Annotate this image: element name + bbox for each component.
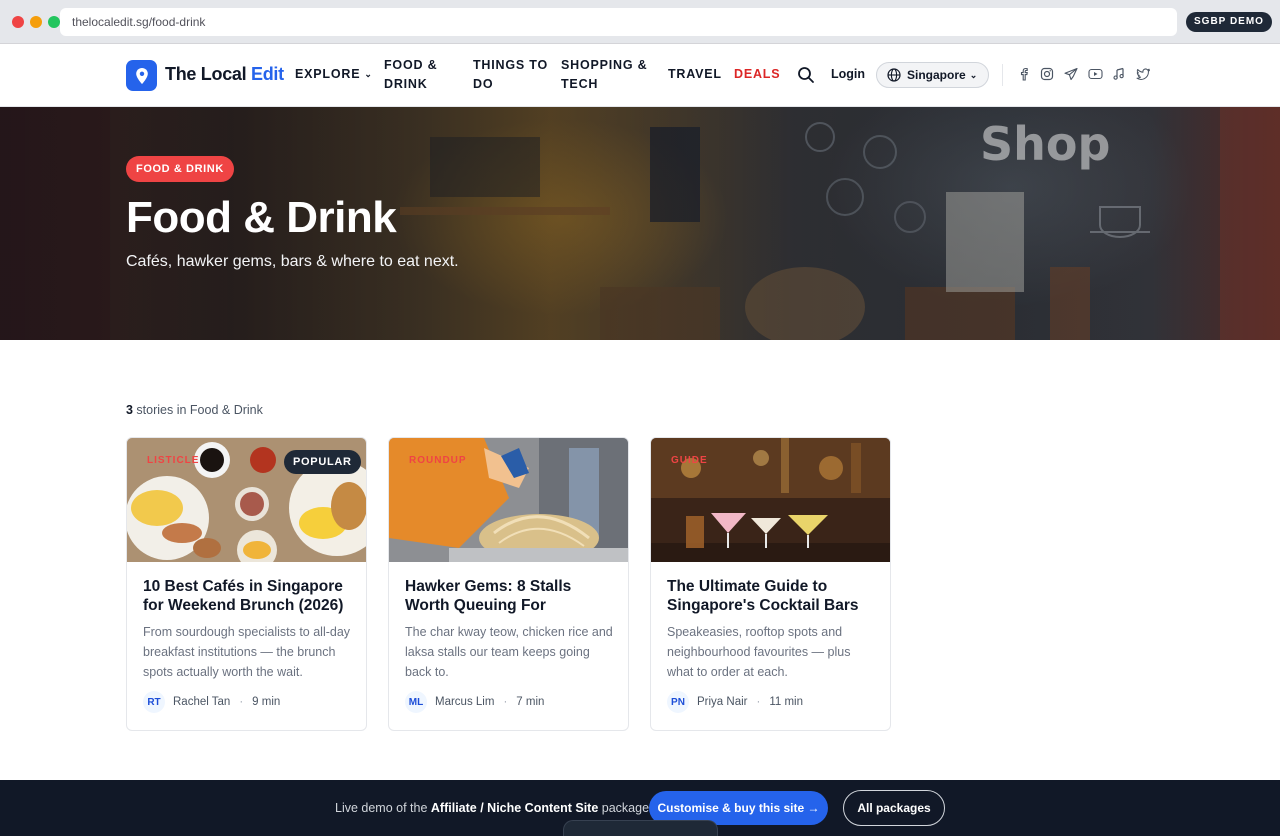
nav-shopping-label-1: SHOPPING & <box>561 58 648 72</box>
author-name: Priya Nair <box>697 696 748 708</box>
story-count: 3 stories in Food & Drink <box>126 403 263 417</box>
card-title[interactable]: 10 Best Cafés in Singapore for Weekend B… <box>143 577 355 615</box>
card-meta: PN Priya Nair · 11 min <box>667 691 803 713</box>
nav-things-label-2: DO <box>473 77 494 91</box>
header-divider <box>1002 64 1003 86</box>
facebook-icon[interactable] <box>1017 67 1032 82</box>
site-logo[interactable]: The Local Edit <box>165 64 284 85</box>
author-avatar: RT <box>143 691 165 713</box>
author-avatar: PN <box>667 691 689 713</box>
nav-things-label-1: THINGS TO <box>473 58 549 72</box>
globe-icon <box>887 68 901 82</box>
demo-badge: SGBP DEMO <box>1186 12 1272 32</box>
demo-text-suffix: package. <box>598 801 653 815</box>
nav-food-drink[interactable]: FOOD & DRINK <box>384 56 437 94</box>
minimize-window-button[interactable] <box>30 16 42 28</box>
card-description: Speakeasies, rooftop spots and neighbour… <box>667 625 851 679</box>
story-count-label: stories in Food & Drink <box>132 403 263 417</box>
nav-travel[interactable]: TRAVEL <box>668 65 722 84</box>
author-avatar: ML <box>405 691 427 713</box>
card-description: From sourdough specialists to all-day br… <box>143 625 351 679</box>
chevron-down-icon: ⌄ <box>969 69 978 80</box>
nav-explore[interactable]: EXPLORE ⌄ <box>295 65 373 84</box>
all-packages-button[interactable]: All packages <box>843 790 945 826</box>
telegram-icon[interactable] <box>1064 67 1079 82</box>
hero-shop-sign: Shop <box>980 117 1111 171</box>
author-name: Marcus Lim <box>435 696 495 708</box>
logo-text-main: The Local <box>165 64 252 84</box>
category-badge: FOOD & DRINK <box>126 156 234 182</box>
meta-separator: · <box>756 696 761 708</box>
demo-text-prefix: Live demo of the <box>335 801 431 815</box>
nav-food-label-2: DRINK <box>384 77 428 91</box>
card-title[interactable]: The Ultimate Guide to Singapore's Cockta… <box>667 577 879 615</box>
story-count-number: 3 <box>126 403 133 417</box>
card-category: GUIDE <box>671 455 708 466</box>
address-bar[interactable]: thelocaledit.sg/food-drink <box>60 8 1177 36</box>
meta-separator: · <box>503 696 508 708</box>
site-header: The Local Edit EXPLORE ⌄ FOOD & DRINK THI… <box>0 44 1280 107</box>
twitter-icon[interactable] <box>1136 67 1151 82</box>
nav-shopping-tech[interactable]: SHOPPING & TECH <box>561 56 648 94</box>
logo-text-accent: Edit <box>251 64 284 84</box>
chevron-down-icon: ⌄ <box>364 69 373 79</box>
nav-food-label-1: FOOD & <box>384 58 438 72</box>
tiktok-icon[interactable] <box>1112 67 1127 82</box>
region-label: Singapore <box>907 68 966 82</box>
card-description: The char kway teow, chicken rice and lak… <box>405 625 613 679</box>
read-time: 11 min <box>769 696 803 708</box>
maximize-window-button[interactable] <box>48 16 60 28</box>
read-time: 9 min <box>252 696 281 708</box>
card-category: ROUNDUP <box>409 455 467 466</box>
login-link[interactable]: Login <box>831 67 865 81</box>
article-card[interactable]: ROUNDUP Hawker Gems: 8 Stalls Worth Queu… <box>388 437 629 731</box>
browser-chrome: thelocaledit.sg/food-drink SGBP DEMO <box>0 0 1280 44</box>
nav-shopping-label-2: TECH <box>561 77 599 91</box>
page-title: Food & Drink <box>126 193 397 242</box>
nav-things-to-do[interactable]: THINGS TO DO <box>473 56 548 94</box>
card-category: LISTICLE <box>147 455 200 466</box>
map-pin-icon[interactable] <box>126 60 157 91</box>
article-card[interactable]: GUIDE The Ultimate Guide to Singapore's … <box>650 437 891 731</box>
close-window-button[interactable] <box>12 16 24 28</box>
author-name: Rachel Tan <box>173 696 231 708</box>
page-subtitle: Cafés, hawker gems, bars & where to eat … <box>126 253 459 270</box>
card-meta: RT Rachel Tan · 9 min <box>143 691 280 713</box>
floating-toolbar[interactable] <box>563 820 718 836</box>
demo-package-name: Affiliate / Niche Content Site <box>430 801 599 815</box>
card-title[interactable]: Hawker Gems: 8 Stalls Worth Queuing For <box>405 577 617 615</box>
read-time: 7 min <box>516 696 545 708</box>
nav-deals[interactable]: DEALS <box>734 65 780 84</box>
nav-explore-label: EXPLORE <box>295 67 361 81</box>
youtube-icon[interactable] <box>1088 67 1103 82</box>
article-card[interactable]: LISTICLE POPULAR 10 Best Cafés in Singap… <box>126 437 367 731</box>
window-controls <box>12 16 60 28</box>
meta-separator: · <box>239 696 244 708</box>
demo-bar-text: Live demo of the Affiliate / Niche Conte… <box>335 801 653 815</box>
hero-banner: Shop FOOD & DRINK Food & Drink Cafés, ha… <box>0 107 1280 340</box>
instagram-icon[interactable] <box>1040 67 1055 82</box>
search-icon[interactable] <box>797 66 817 86</box>
popular-badge: POPULAR <box>284 450 361 474</box>
region-selector[interactable]: Singapore ⌄ <box>876 62 989 88</box>
card-meta: ML Marcus Lim · 7 min <box>405 691 544 713</box>
